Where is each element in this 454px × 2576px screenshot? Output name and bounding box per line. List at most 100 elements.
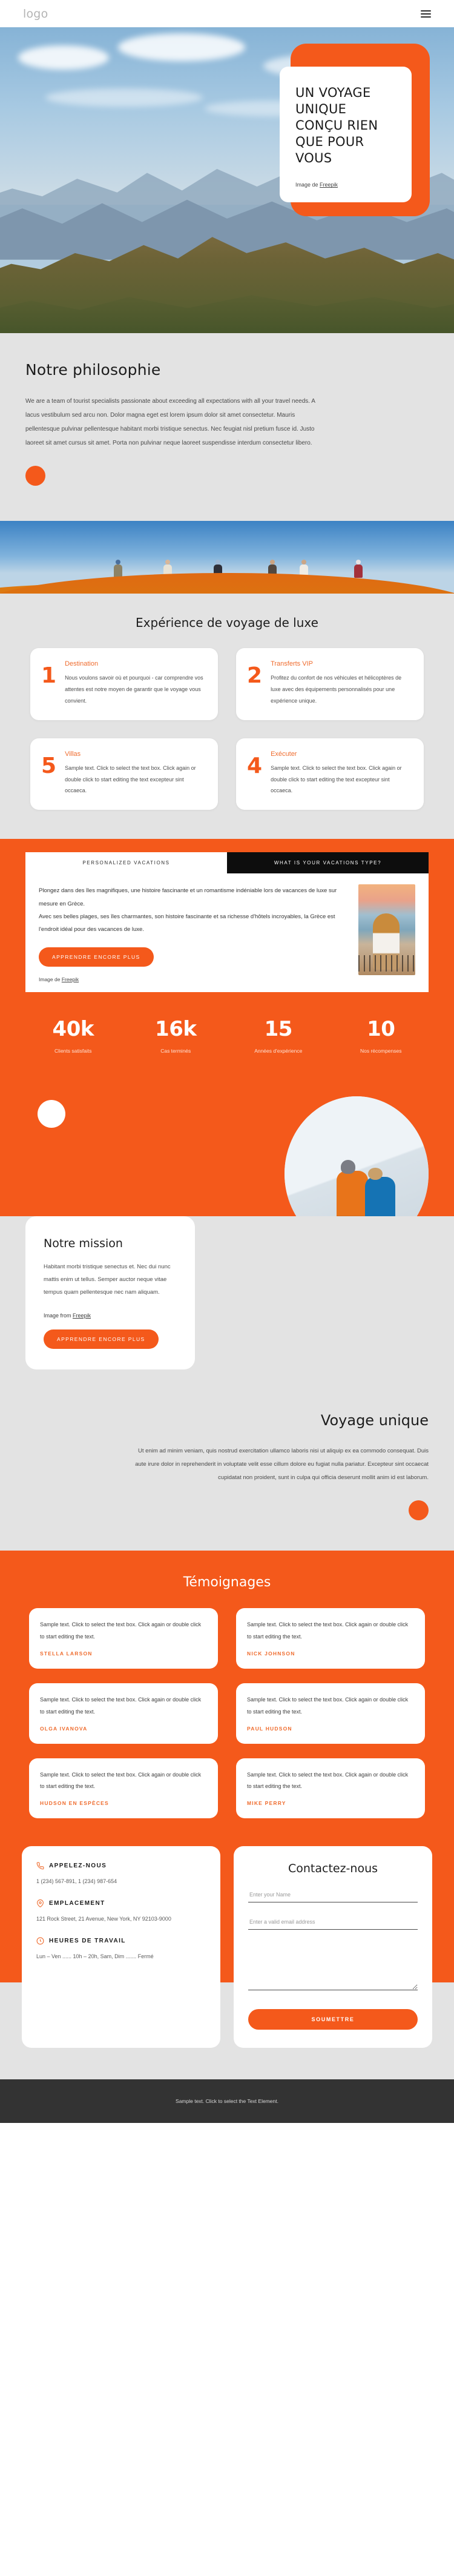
- mission-credit-link[interactable]: Freepik: [73, 1313, 91, 1319]
- stat-label: Années d'expérience: [254, 1047, 303, 1054]
- mission-heading: Notre mission: [44, 1236, 123, 1250]
- email-field[interactable]: [248, 1916, 418, 1930]
- burger-line: [421, 10, 431, 12]
- contact-form-card: Contactez-nous SOUMETTRE: [234, 1846, 432, 2048]
- map-pin-icon: [37, 1899, 44, 1908]
- experience-card: 2 Transferts VIP Profitez du confort de …: [236, 648, 424, 720]
- footer-text: Sample text. Click to select the Text El…: [176, 2098, 278, 2105]
- experience-card: 1 Destination Nous voulons savoir où et …: [30, 648, 218, 720]
- mission-card-area: Notre mission Habitant morbi tristique s…: [0, 1216, 454, 1406]
- stat-item: 16k Cas terminés: [125, 1019, 228, 1054]
- tab-personalized-vacations[interactable]: PERSONALIZED VACATIONS: [25, 852, 227, 874]
- contact-bottom-spacer: [0, 2048, 454, 2080]
- contact-hours-label: HEURES DE TRAVAIL: [49, 1938, 126, 1945]
- philosophy-heading: Notre philosophie: [25, 361, 161, 379]
- experience-card-number: 5: [41, 753, 57, 778]
- hero-credit-link[interactable]: Freepik: [320, 182, 338, 188]
- experience-card-number: 2: [247, 663, 263, 688]
- name-field[interactable]: [248, 1889, 418, 1903]
- desert-photo-band: [0, 521, 454, 594]
- cloud-shape: [45, 88, 203, 107]
- unique-body: Ut enim ad minim veniam, quis nostrud ex…: [135, 1447, 429, 1482]
- site-footer: Sample text. Click to select the Text El…: [0, 2079, 454, 2124]
- burger-line: [421, 13, 431, 15]
- testimonials-heading: Témoignages: [183, 1575, 271, 1591]
- vacations-paragraph-1: Plongez dans des îles magnifiques, une h…: [39, 887, 337, 907]
- stats-section: 40k Clients satisfaits 16k Cas terminés …: [0, 992, 454, 1078]
- experience-card-text: Nous voulons savoir où et pourquoi - car…: [65, 675, 203, 704]
- sand-dune-front: [0, 573, 454, 594]
- unique-heading: Voyage unique: [320, 1411, 429, 1429]
- testimonial-text: Sample text. Click to select the text bo…: [247, 1771, 409, 1790]
- stat-value: 10: [367, 1016, 395, 1041]
- testimonial-text: Sample text. Click to select the text bo…: [247, 1697, 409, 1715]
- testimonial-card: Sample text. Click to select the text bo…: [29, 1683, 218, 1744]
- traveler-figure: [113, 560, 122, 578]
- stat-label: Nos récompenses: [360, 1047, 402, 1054]
- hero-title: UN VOYAGE UNIQUE CONÇU RIEN QUE POUR VOU…: [295, 85, 378, 165]
- experience-card-body: Destination Nous voulons savoir où et po…: [65, 660, 205, 707]
- contact-call-value[interactable]: 1 (234) 567-891, 1 (234) 987-654: [36, 1876, 206, 1887]
- vacations-image-credit: Image de Freepik: [39, 976, 349, 982]
- experience-card-text: Profitez du confort de nos véhicules et …: [271, 675, 402, 704]
- clock-24h-icon: [36, 1937, 44, 1945]
- testimonials-grid: Sample text. Click to select the text bo…: [29, 1608, 425, 1819]
- vacations-learn-more-button[interactable]: APPRENDRE ENCORE PLUS: [39, 947, 154, 967]
- site-header: logo: [0, 0, 454, 27]
- message-field[interactable]: [248, 1943, 418, 1991]
- figure-head: [115, 560, 120, 565]
- testimonial-text: Sample text. Click to select the text bo…: [40, 1621, 202, 1640]
- testimonial-author: PAUL HUDSON: [247, 1725, 292, 1732]
- experience-card-body: Transferts VIP Profitez du confort de no…: [271, 660, 410, 707]
- figure-head: [301, 560, 306, 565]
- tab-vacations-type[interactable]: WHAT IS YOUR VACATIONS TYPE?: [227, 852, 429, 874]
- contact-call-label: APPELEZ-NOUS: [49, 1862, 107, 1870]
- hero-credit-prefix: Image de: [295, 182, 320, 188]
- stat-label: Cas terminés: [160, 1047, 191, 1054]
- cloud-shape: [118, 33, 245, 62]
- stat-value: 40k: [52, 1016, 94, 1041]
- contact-call-row: APPELEZ-NOUS 1 (234) 567-891, 1 (234) 98…: [36, 1862, 206, 1887]
- stat-item: 40k Clients satisfaits: [22, 1019, 125, 1054]
- mission-credit-prefix: Image from: [44, 1312, 73, 1319]
- contact-form-title: Contactez-nous: [288, 1862, 378, 1876]
- testimonial-text: Sample text. Click to select the text bo…: [40, 1697, 202, 1715]
- contact-location-row: EMPLACEMENT 121 Rock Street, 21 Avenue, …: [36, 1899, 206, 1925]
- unique-travel-section: Voyage unique Ut enim ad minim veniam, q…: [0, 1405, 454, 1551]
- testimonial-author: STELLA LARSON: [40, 1651, 93, 1657]
- vacations-credit-link[interactable]: Freepik: [62, 976, 79, 982]
- figure-head: [356, 560, 361, 565]
- testimonial-card: Sample text. Click to select the text bo…: [236, 1683, 425, 1744]
- hamburger-menu-icon[interactable]: [421, 10, 431, 18]
- experience-section: Expérience de voyage de luxe 1 Destinati…: [0, 594, 454, 839]
- experience-card-body: Exécuter Sample text. Click to select th…: [271, 750, 410, 797]
- testimonial-text: Sample text. Click to select the text bo…: [40, 1771, 202, 1790]
- contact-location-header: EMPLACEMENT: [36, 1899, 206, 1908]
- phone-icon: [36, 1862, 44, 1870]
- hero-card: UN VOYAGE UNIQUE CONÇU RIEN QUE POUR VOU…: [280, 67, 412, 203]
- testimonial-author: MIKE PERRY: [247, 1800, 286, 1807]
- experience-card-title: Transferts VIP: [271, 660, 313, 667]
- experience-card-body: Villas Sample text. Click to select the …: [65, 750, 205, 797]
- contact-info-card: APPELEZ-NOUS 1 (234) 567-891, 1 (234) 98…: [22, 1846, 220, 2048]
- orange-dot-decoration: [25, 466, 45, 486]
- white-dot-decoration: [38, 1099, 65, 1128]
- vacations-tabs: PERSONALIZED VACATIONS WHAT IS YOUR VACA…: [25, 852, 429, 874]
- philosophy-section: Notre philosophie We are a team of touri…: [0, 333, 454, 521]
- vacations-panel: Plongez dans des îles magnifiques, une h…: [25, 873, 429, 992]
- experience-card-title: Destination: [65, 660, 99, 667]
- hero-image-credit: Image de Freepik: [295, 182, 396, 188]
- orange-dot-decoration: [409, 1500, 429, 1521]
- vacations-copy: Plongez dans des îles magnifiques, une h…: [39, 884, 349, 982]
- stat-value: 15: [264, 1016, 293, 1041]
- logo[interactable]: logo: [23, 7, 48, 21]
- testimonial-card: Sample text. Click to select the text bo…: [236, 1608, 425, 1669]
- mission-body: Habitant morbi tristique senectus et. Ne…: [44, 1263, 171, 1296]
- mission-learn-more-button[interactable]: APPRENDRE ENCORE PLUS: [44, 1329, 159, 1349]
- submit-button[interactable]: SOUMETTRE: [248, 2009, 418, 2030]
- experience-heading: Expérience de voyage de luxe: [136, 615, 318, 630]
- figure-head: [215, 560, 220, 565]
- testimonial-author: NICK JOHNSON: [247, 1651, 295, 1657]
- contact-location-label: EMPLACEMENT: [49, 1900, 105, 1907]
- stat-item: 10 Nos récompenses: [330, 1019, 433, 1054]
